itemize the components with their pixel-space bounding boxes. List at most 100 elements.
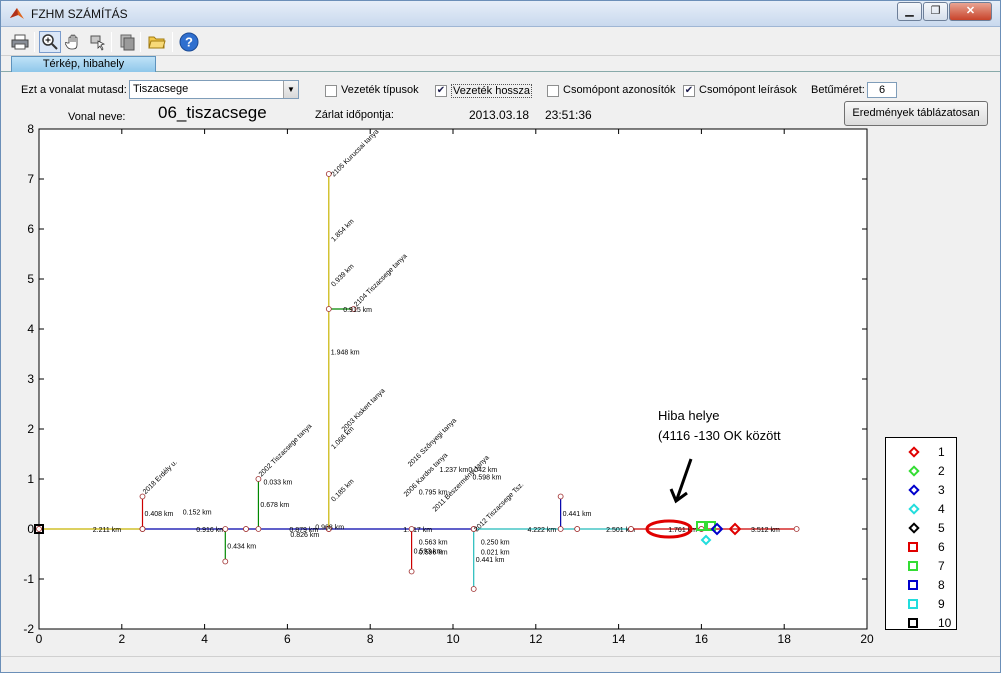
node-description-label: 0.596 km bbox=[419, 550, 448, 557]
square-marker-icon bbox=[908, 599, 918, 609]
segment-length-label: 1.717 km bbox=[403, 527, 432, 534]
y-tick-label: 8 bbox=[27, 122, 34, 136]
segment-length-label: 1.948 km bbox=[331, 350, 360, 357]
network-node bbox=[408, 568, 415, 575]
segment-length-label: 0.408 km bbox=[145, 511, 174, 518]
diamond-marker-icon bbox=[908, 446, 920, 458]
network-node bbox=[557, 526, 564, 532]
x-tick-label: 4 bbox=[201, 632, 208, 646]
legend-item: 9 bbox=[886, 595, 956, 614]
square-marker-icon bbox=[908, 580, 918, 590]
x-tick-label: 6 bbox=[284, 632, 291, 646]
network-plot[interactable]: -2-10123456780 2 4 6 8 10 12 14 16 18 20 2.211 km 0… bbox=[1, 1, 1000, 656]
legend-label: 2 bbox=[938, 464, 945, 478]
legend-item: 3 bbox=[886, 481, 956, 500]
legend-item: 6 bbox=[886, 538, 956, 557]
y-tick-label: 5 bbox=[27, 272, 34, 286]
square-marker-icon bbox=[908, 618, 918, 628]
legend-label: 7 bbox=[938, 559, 945, 573]
y-tick-label: -2 bbox=[23, 622, 34, 636]
network-node bbox=[408, 526, 415, 532]
segment-length-label: 0.434 km bbox=[227, 543, 256, 550]
diamond-marker-icon bbox=[908, 522, 920, 534]
legend-item: 2 bbox=[886, 462, 956, 481]
segment-length-label: 0.441 km bbox=[563, 511, 592, 518]
y-tick-label: 0 bbox=[27, 522, 34, 536]
x-tick-label: 8 bbox=[367, 632, 374, 646]
x-tick-label: 10 bbox=[446, 632, 460, 646]
segment-length-label: 0.441 km bbox=[476, 557, 505, 564]
network-node bbox=[139, 493, 146, 500]
y-tick-label: 3 bbox=[27, 372, 34, 386]
node-description-label: 0.563 km bbox=[419, 540, 448, 547]
legend-label: 10 bbox=[938, 616, 952, 630]
fault-annotation-detail: (4116 -130 OK között bbox=[658, 428, 781, 443]
network-node bbox=[243, 526, 249, 532]
legend-label: 5 bbox=[938, 521, 945, 535]
legend-label: 8 bbox=[938, 578, 945, 592]
network-node bbox=[793, 526, 800, 532]
diamond-marker-icon bbox=[908, 484, 920, 496]
network-node bbox=[222, 558, 229, 565]
legend-item: 10 bbox=[886, 614, 956, 633]
node-description-label: 0.968 km bbox=[315, 525, 344, 532]
node-description-label: 0.250 km bbox=[481, 540, 510, 547]
segment-length-label: 0.916 km bbox=[196, 527, 225, 534]
x-tick-label: 18 bbox=[778, 632, 792, 646]
node-description-label: 0.795 km bbox=[419, 490, 448, 497]
network-node bbox=[139, 526, 146, 532]
diamond-marker-icon bbox=[908, 503, 920, 515]
status-bar bbox=[1, 656, 1000, 672]
network-node bbox=[574, 526, 581, 532]
node-description-label: 1.237 km bbox=[439, 467, 468, 474]
segment-length-label: 0.678 km bbox=[260, 502, 289, 509]
x-tick-label: 2 bbox=[118, 632, 125, 646]
legend-label: 3 bbox=[938, 483, 945, 497]
y-tick-label: 6 bbox=[27, 222, 34, 236]
node-description-label: 0.826 km bbox=[290, 532, 319, 539]
node-description-label: 0.033 km bbox=[263, 480, 292, 487]
network-node bbox=[325, 306, 332, 312]
legend-item: 5 bbox=[886, 519, 956, 538]
x-tick-label: 0 bbox=[36, 632, 43, 646]
legend-label: 4 bbox=[938, 502, 945, 516]
y-tick-label: 7 bbox=[27, 172, 34, 186]
legend: 1 2 3 4 5 6 7 8 9 10 bbox=[885, 437, 957, 630]
network-node bbox=[255, 526, 262, 532]
network-node bbox=[36, 526, 42, 532]
node-description-label: 0.152 km bbox=[183, 510, 212, 517]
x-tick-label: 14 bbox=[612, 632, 626, 646]
square-marker-icon bbox=[908, 542, 918, 552]
network-node bbox=[470, 586, 477, 592]
fault-annotation-title: Hiba helye bbox=[658, 408, 720, 423]
legend-label: 6 bbox=[938, 540, 945, 554]
network-node bbox=[255, 476, 262, 482]
segment-length-label: 3.512 km bbox=[751, 527, 780, 534]
x-tick-label: 20 bbox=[860, 632, 874, 646]
legend-item: 1 bbox=[886, 443, 956, 462]
plot-area bbox=[38, 128, 868, 630]
network-node bbox=[628, 526, 634, 532]
y-tick-label: 2 bbox=[27, 422, 34, 436]
segment-length-label: 2.211 km bbox=[93, 527, 121, 534]
legend-item: 7 bbox=[886, 557, 956, 576]
legend-item: 4 bbox=[886, 500, 956, 519]
node-description-label: 0.598 km bbox=[473, 475, 502, 482]
x-tick-label: 16 bbox=[695, 632, 709, 646]
y-tick-label: 1 bbox=[27, 472, 34, 486]
network-node bbox=[557, 493, 564, 500]
square-marker-icon bbox=[908, 561, 918, 571]
segment-length-label: 1.761 km bbox=[668, 527, 697, 534]
network-node bbox=[222, 526, 229, 532]
legend-item: 8 bbox=[886, 576, 956, 595]
x-tick-label: 12 bbox=[529, 632, 543, 646]
y-tick-label: -1 bbox=[23, 572, 34, 586]
legend-label: 9 bbox=[938, 597, 945, 611]
legend-label: 1 bbox=[938, 445, 945, 459]
node-description-label: 0.042 km bbox=[468, 467, 497, 474]
segment-length-label: 4.222 km bbox=[527, 527, 556, 534]
diamond-marker-icon bbox=[908, 465, 920, 477]
app-window: FZHM SZÁMÍTÁS ▁ ❐ ✕ ? Térkép, hibahely E… bbox=[0, 0, 1001, 673]
node-description-label: 0.021 km bbox=[481, 550, 510, 557]
y-tick-label: 4 bbox=[27, 322, 34, 336]
